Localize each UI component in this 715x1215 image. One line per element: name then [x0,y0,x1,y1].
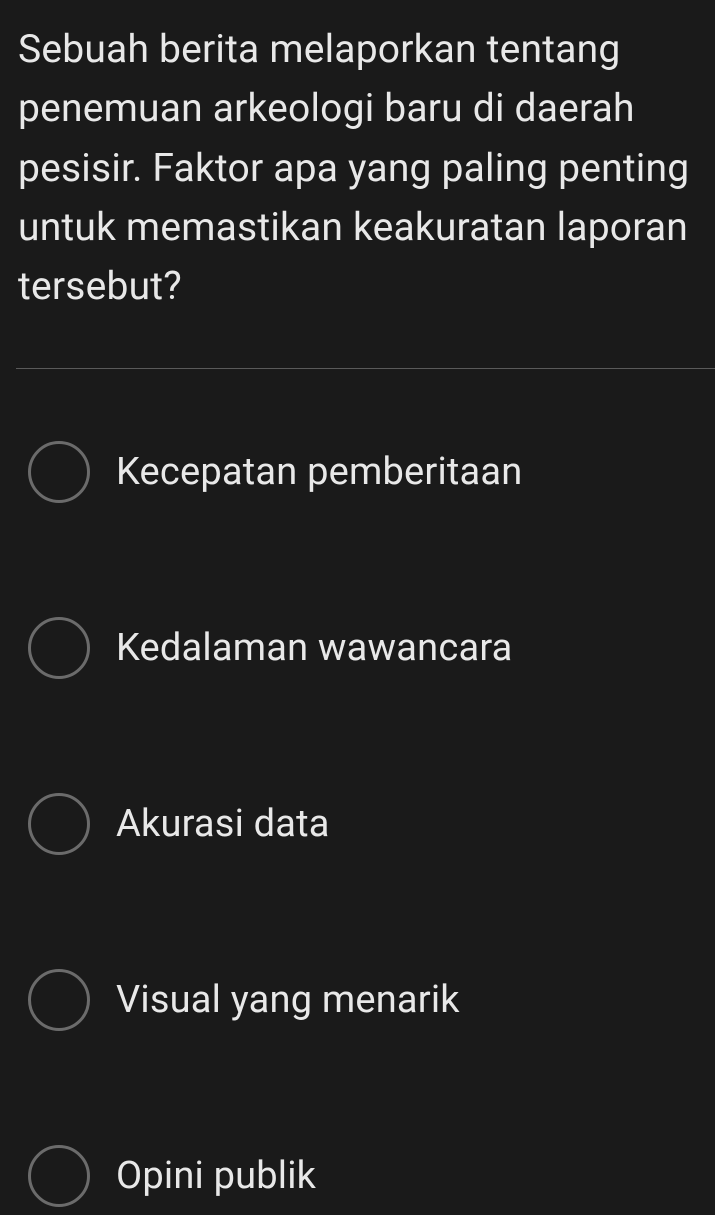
quiz-container: Sebuah berita melaporkan tentang penemua… [0,0,715,1207]
radio-icon [28,969,90,1031]
option-label: Visual yang menarik [116,978,460,1022]
radio-icon [28,617,90,679]
option-label: Kecepatan pemberitaan [116,450,522,494]
option-4[interactable]: Visual yang menarik [18,969,697,1031]
question-text: Sebuah berita melaporkan tentang penemua… [18,20,697,316]
options-list: Kecepatan pemberitaan Kedalaman wawancar… [18,369,697,1207]
radio-icon [28,793,90,855]
radio-icon [28,1145,90,1207]
option-label: Opini publik [116,1154,316,1198]
option-label: Kedalaman wawancara [116,626,513,670]
option-1[interactable]: Kecepatan pemberitaan [18,441,697,503]
radio-icon [28,441,90,503]
option-2[interactable]: Kedalaman wawancara [18,617,697,679]
option-3[interactable]: Akurasi data [18,793,697,855]
option-5[interactable]: Opini publik [18,1145,697,1207]
option-label: Akurasi data [116,802,330,846]
